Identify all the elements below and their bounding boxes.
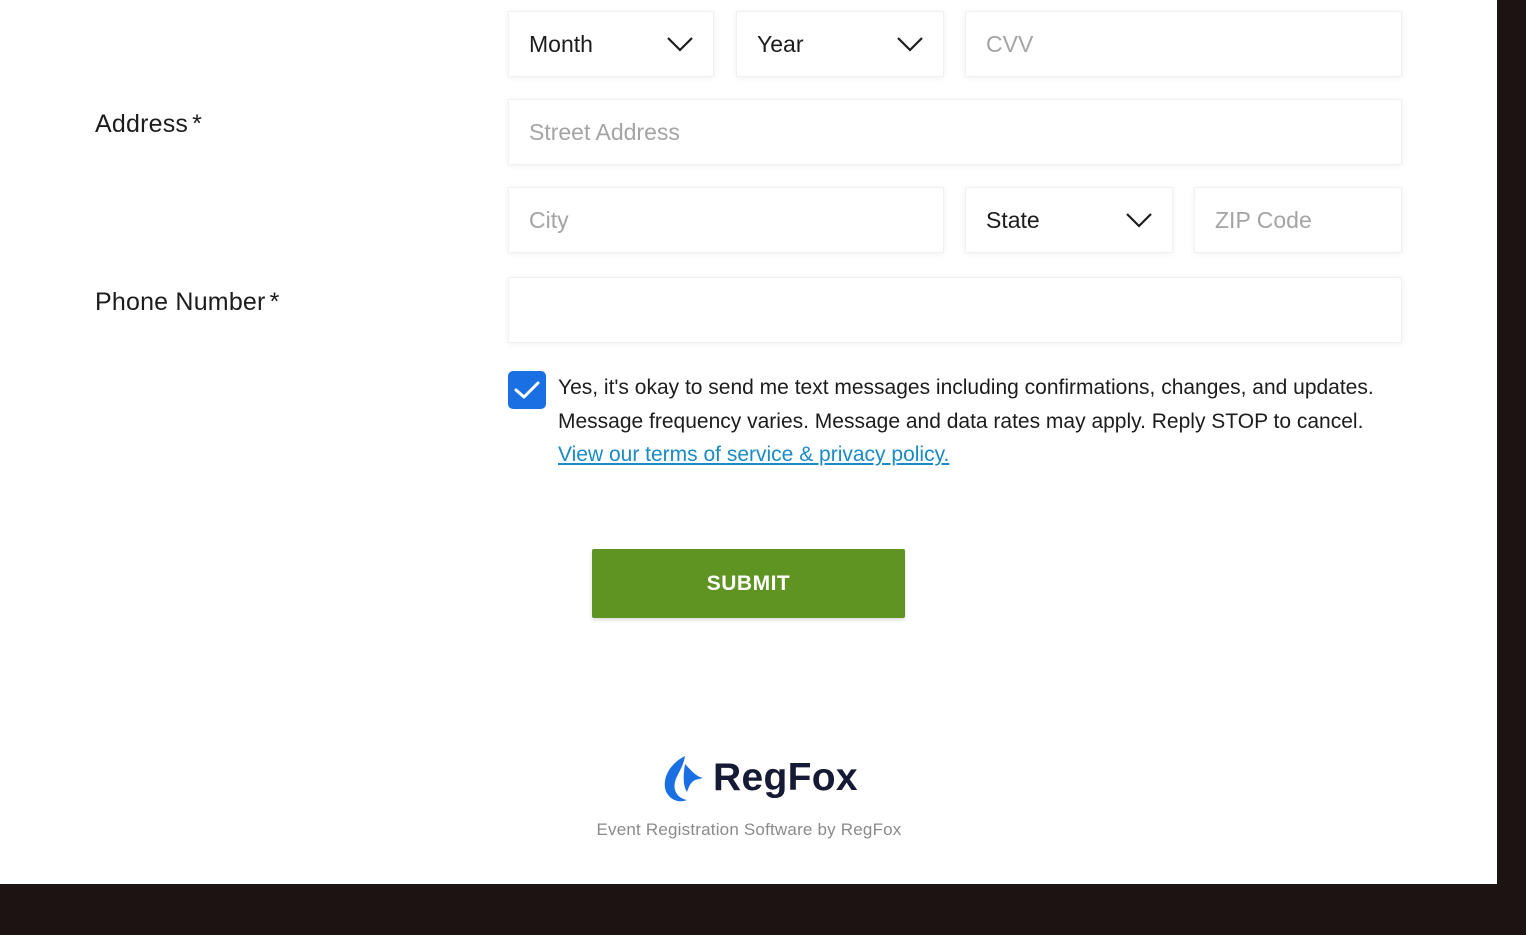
brand-name: RegFox — [713, 756, 858, 799]
chevron-down-icon — [667, 37, 693, 52]
phone-number-field[interactable] — [508, 277, 1402, 343]
state-value: State — [986, 206, 1040, 233]
chevron-down-icon — [897, 37, 923, 52]
dark-right-frame — [1497, 0, 1526, 935]
terms-privacy-link[interactable]: View our terms of service & privacy poli… — [558, 443, 949, 466]
registration-form-page: Month Year Address* State Phone Number* … — [0, 0, 1497, 884]
state-select[interactable]: State — [965, 187, 1173, 253]
expiry-year-value: Year — [757, 30, 804, 57]
address-label-text: Address — [95, 110, 189, 138]
regfox-brand[interactable]: RegFox — [655, 752, 858, 804]
regfox-logo-icon — [664, 756, 703, 802]
zip-code-field[interactable] — [1194, 187, 1402, 253]
expiry-month-select[interactable]: Month — [508, 11, 714, 77]
zip-code-input[interactable] — [1215, 206, 1381, 234]
phone-number-input[interactable] — [529, 296, 1381, 324]
sms-consent-message: Yes, it's okay to send me text messages … — [558, 376, 1374, 433]
phone-number-label-text: Phone Number — [95, 288, 266, 316]
cvv-field[interactable] — [965, 11, 1402, 77]
street-address-field[interactable] — [508, 99, 1402, 165]
sms-consent-checkbox[interactable] — [508, 371, 546, 409]
dark-bottom-frame — [0, 884, 1526, 935]
sms-consent-text: Yes, it's okay to send me text messages … — [558, 371, 1404, 472]
expiry-year-select[interactable]: Year — [736, 11, 944, 77]
street-address-input[interactable] — [529, 118, 1381, 146]
cvv-input[interactable] — [986, 30, 1381, 58]
city-field[interactable] — [508, 187, 944, 253]
brand-tagline: Event Registration Software by RegFox — [596, 820, 902, 839]
phone-number-label: Phone Number * — [95, 288, 280, 317]
submit-button[interactable]: SUBMIT — [592, 549, 905, 618]
address-label: Address * — [95, 110, 202, 139]
expiry-month-value: Month — [529, 30, 593, 57]
checkmark-icon — [514, 381, 540, 399]
chevron-down-icon — [1126, 213, 1152, 228]
required-asterisk: * — [269, 288, 280, 316]
required-asterisk: * — [192, 110, 203, 138]
city-input[interactable] — [529, 206, 923, 234]
